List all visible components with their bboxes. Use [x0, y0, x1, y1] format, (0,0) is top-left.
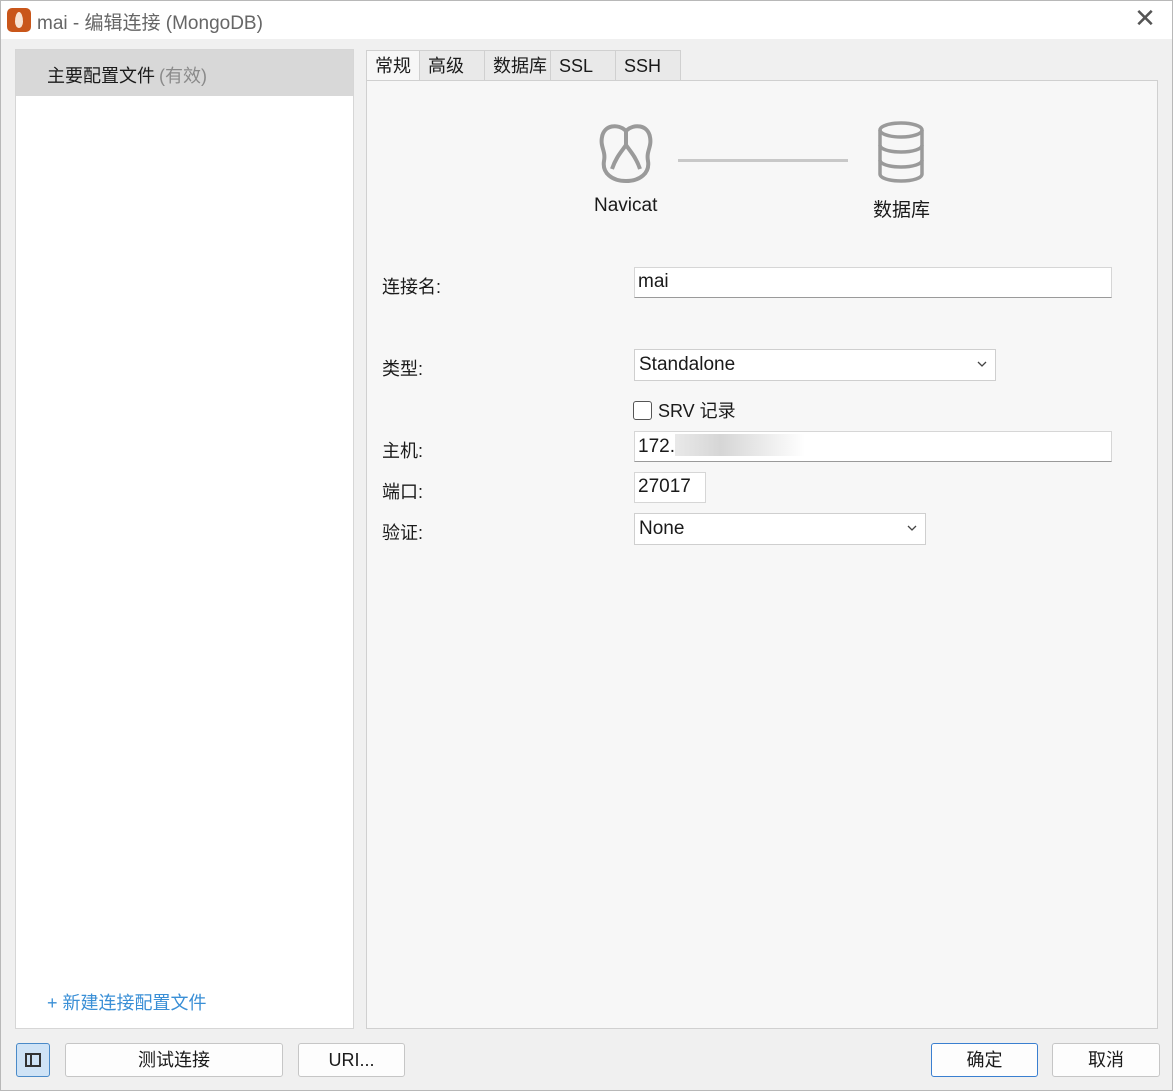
host-label: 主机: — [382, 441, 424, 461]
edit-connection-dialog: mai - 编辑连接 (MongoDB) ✕ 主要配置文件 (有效) + 新建连接… — [0, 0, 1173, 1091]
auth-select[interactable]: None — [634, 513, 926, 545]
profile-label: 主要配置文件 — [47, 66, 155, 86]
uri-button[interactable]: URI... — [298, 1043, 405, 1077]
auth-select-value: None — [639, 518, 685, 539]
tab-general[interactable]: 常规 — [366, 50, 420, 82]
navicat-label: Navicat — [594, 195, 658, 216]
connection-name-field[interactable]: mai — [634, 267, 1112, 298]
chevron-down-icon — [907, 525, 917, 531]
port-label: 端口: — [382, 482, 424, 502]
profile-list: 主要配置文件 (有效) + 新建连接配置文件 — [15, 49, 354, 1029]
ok-button[interactable]: 确定 — [931, 1043, 1038, 1077]
navicat-logo-icon — [599, 124, 653, 184]
database-icon — [878, 121, 924, 183]
close-icon[interactable]: ✕ — [1130, 5, 1160, 35]
tab-ssh[interactable]: SSH — [615, 50, 681, 81]
host-value: 172. — [638, 436, 675, 457]
srv-record-option[interactable]: SRV 记录 — [633, 397, 736, 423]
sidebar-toggle-icon[interactable] — [16, 1043, 50, 1077]
window-title: mai - 编辑连接 (MongoDB) — [37, 13, 263, 34]
new-profile-link[interactable]: + 新建连接配置文件 — [47, 989, 207, 1015]
chevron-down-icon — [977, 361, 987, 367]
port-field[interactable]: 27017 — [634, 472, 706, 503]
host-field[interactable]: 172. — [634, 431, 1112, 462]
profile-status: (有效) — [159, 66, 207, 86]
tab-ssl[interactable]: SSL — [550, 50, 616, 81]
type-select[interactable]: Standalone — [634, 349, 996, 381]
srv-label: SRV 记录 — [658, 401, 736, 421]
srv-checkbox[interactable] — [633, 401, 652, 420]
tab-advanced[interactable]: 高级 — [419, 50, 485, 81]
connection-line — [678, 159, 848, 162]
profile-item-main[interactable]: 主要配置文件 (有效) — [16, 50, 353, 96]
type-label: 类型: — [382, 359, 424, 379]
connection-name-label: 连接名: — [382, 277, 442, 297]
tab-bar: 常规 高级 数据库 SSL SSH — [366, 50, 681, 82]
mongodb-leaf-icon — [7, 8, 31, 32]
type-select-value: Standalone — [639, 354, 736, 375]
general-tab-content: Navicat 数据库 连接名: mai 类型: Standalone SRV … — [366, 80, 1158, 1029]
auth-label: 验证: — [382, 523, 424, 543]
test-connection-button[interactable]: 测试连接 — [65, 1043, 283, 1077]
redacted-host — [674, 434, 805, 456]
profile-item-text: 主要配置文件 (有效) — [47, 62, 207, 88]
title-bar: mai - 编辑连接 (MongoDB) ✕ — [1, 1, 1172, 39]
tab-database[interactable]: 数据库 — [484, 50, 551, 81]
database-label: 数据库 — [873, 200, 931, 221]
cancel-button[interactable]: 取消 — [1052, 1043, 1160, 1077]
